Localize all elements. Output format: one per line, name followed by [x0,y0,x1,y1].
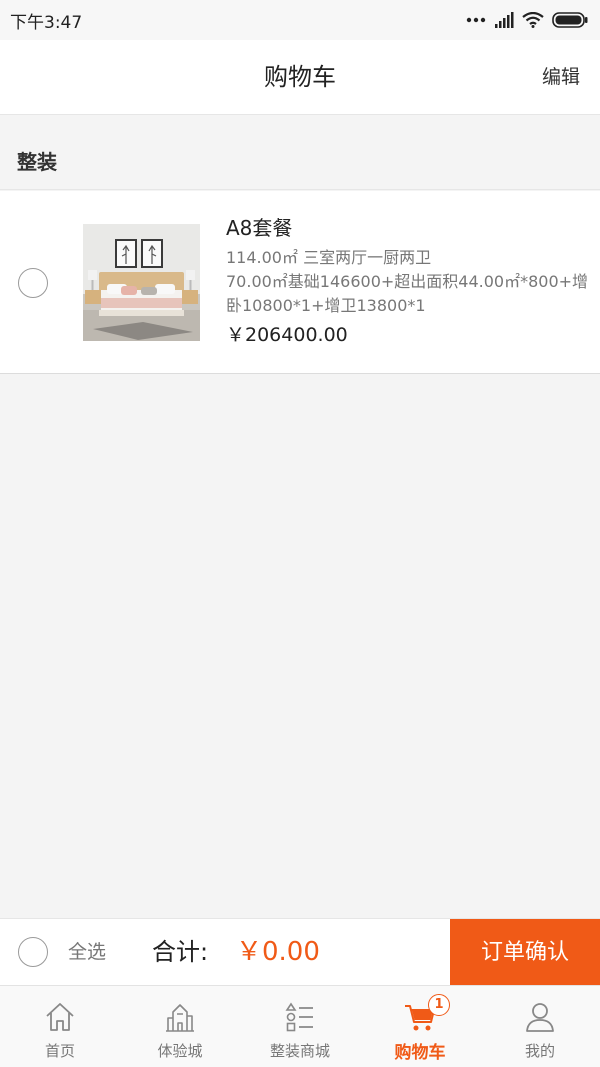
select-all-label[interactable]: 全选 [68,919,106,986]
category-list-icon [285,1002,313,1032]
order-confirm-button[interactable]: 订单确认 [450,919,600,986]
tab-label: 首页 [44,1042,75,1060]
checkout-bar: 全选 合计: ￥0.00 订单确认 [0,918,600,986]
select-all-radio[interactable] [18,937,48,967]
status-bar: 下午3:47 [0,0,600,40]
status-time: 下午3:47 [10,12,83,33]
tab-shopping-cart[interactable]: 1 购物车 [360,986,480,1067]
signal-dots-icon [466,17,486,23]
item-name[interactable]: A8套餐 [226,213,594,243]
item-select-radio[interactable] [18,268,48,298]
edit-button[interactable]: 编辑 [542,40,580,115]
tab-experience-city[interactable]: 体验城 [120,986,240,1067]
tab-bar: 首页 体验城 整装商城 1 购物车 我的 [0,985,600,1067]
bedroom-photo-illustration [83,224,200,341]
tab-profile[interactable]: 我的 [480,986,600,1067]
user-profile-icon [526,1003,554,1032]
item-description: 70.00㎡基础146600+超出面积44.00㎡*800+增卧10800*1+… [226,272,589,315]
battery-icon [552,12,588,28]
item-info: A8套餐 114.00㎡ 三室两厅一厨两卫 70.00㎡基础146600+超出面… [226,213,594,350]
cellular-signal-icon [495,12,514,28]
product-image[interactable] [83,224,200,341]
cart-count-badge: 1 [428,994,450,1016]
city-building-icon [166,1004,194,1032]
home-icon [46,1003,74,1031]
nav-bar: 购物车 编辑 [0,40,600,115]
total-amount: ￥0.00 [236,937,320,967]
tab-label: 整装商城 [269,1042,330,1060]
tab-label: 我的 [524,1042,555,1060]
item-spec: 114.00㎡ 三室两厅一厨两卫 [226,248,432,267]
page-title: 购物车 [264,63,336,91]
tab-label: 体验城 [157,1042,203,1060]
tab-full-decoration-mall[interactable]: 整装商城 [240,986,360,1067]
status-icons [466,12,588,28]
tab-home[interactable]: 首页 [0,986,120,1067]
tab-label: 购物车 [394,1043,446,1063]
wifi-icon [522,12,544,28]
cart-item[interactable]: A8套餐 114.00㎡ 三室两厅一厨两卫 70.00㎡基础146600+超出面… [0,191,600,374]
section-title: 整装 [0,116,600,190]
total-label: 合计: [152,938,209,966]
item-price: ￥206400.00 [226,324,348,346]
